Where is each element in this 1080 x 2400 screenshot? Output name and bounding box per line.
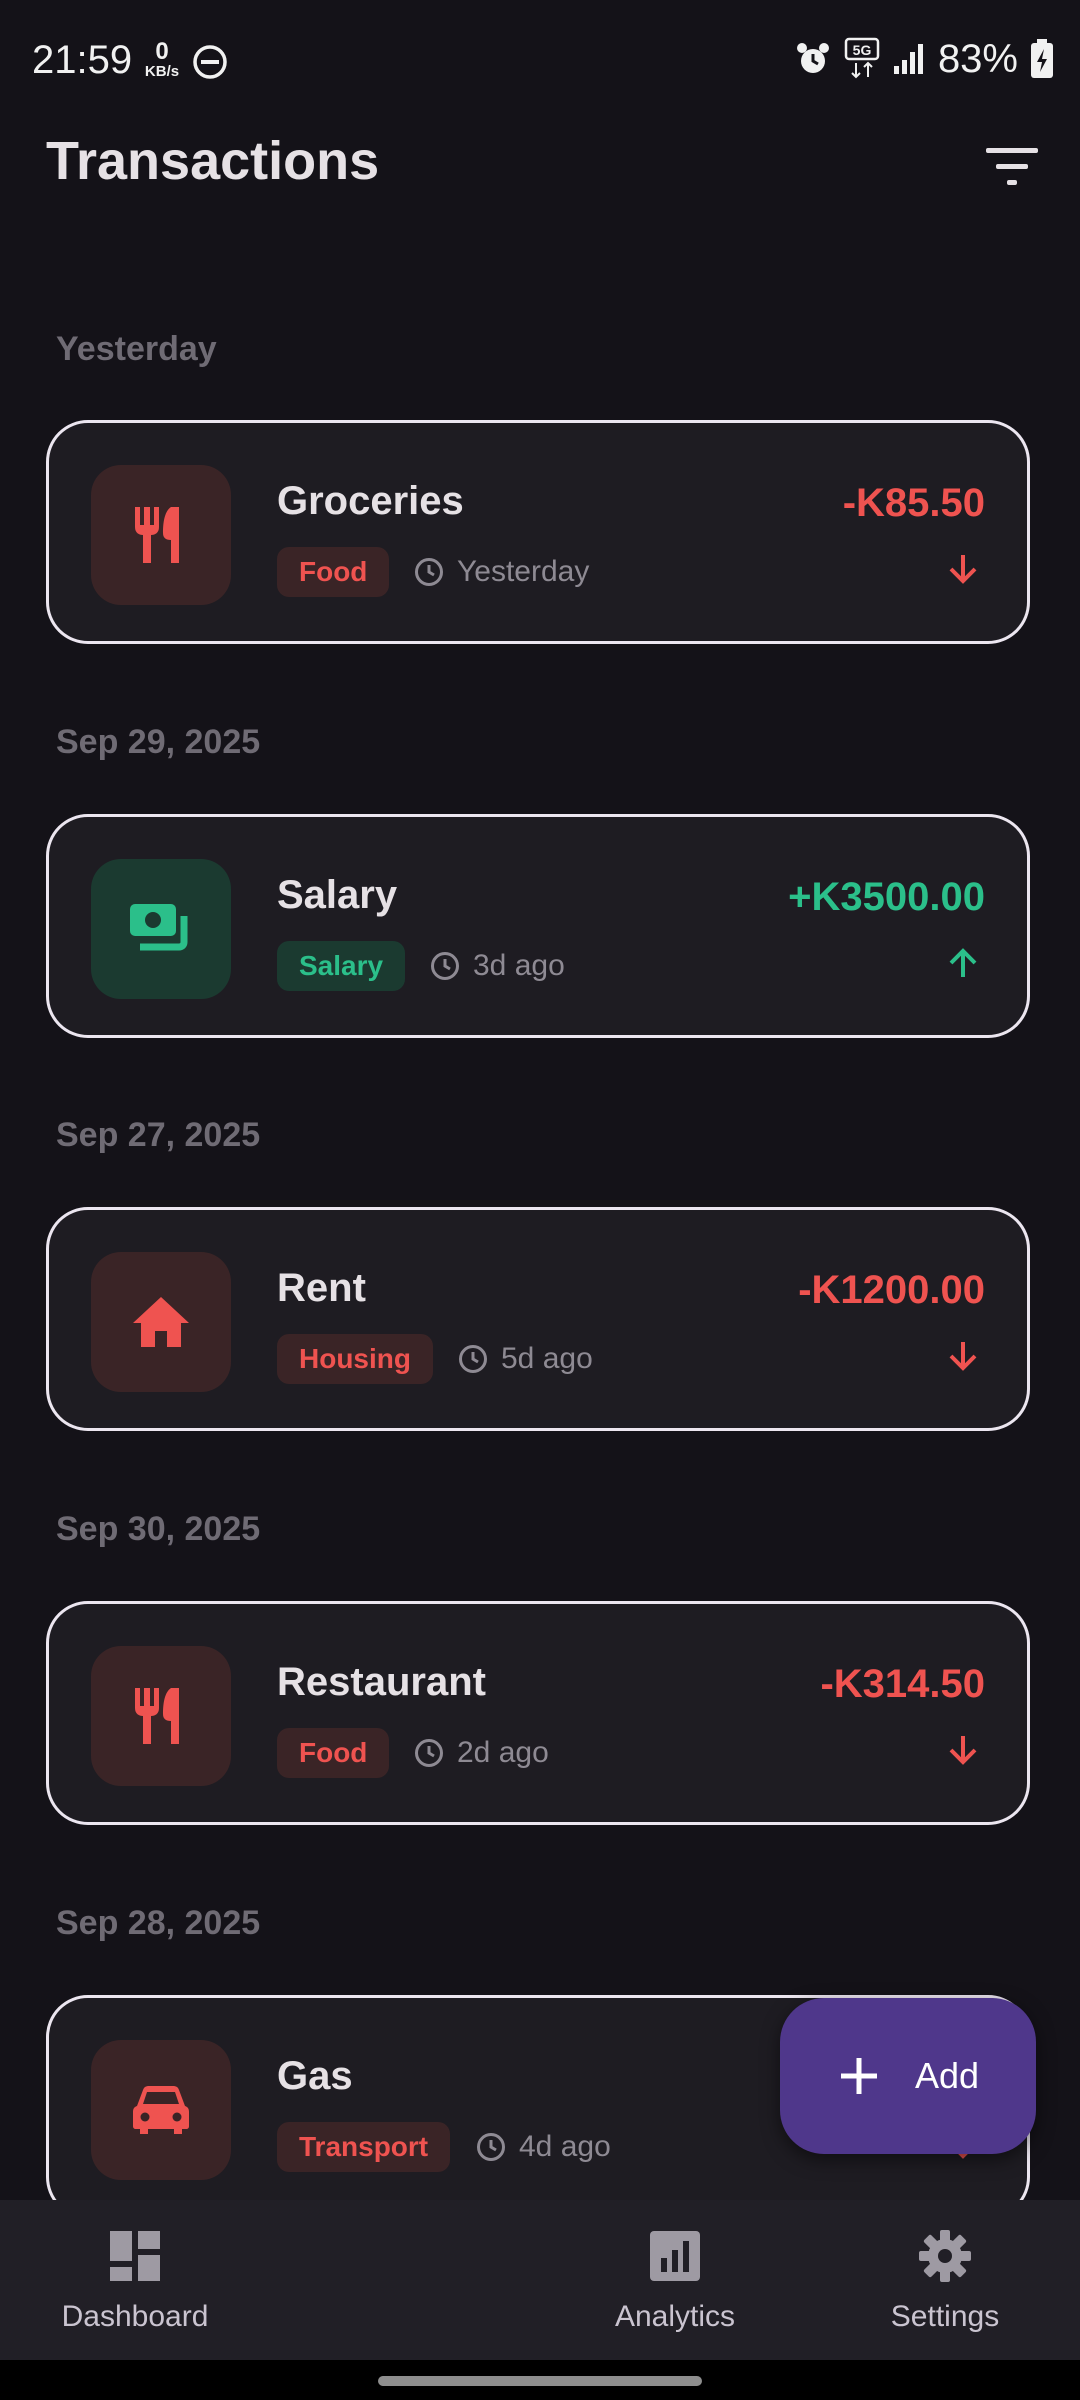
transaction-amount: -K314.50	[820, 1662, 985, 1706]
clock-icon	[415, 1739, 443, 1767]
arrow-down-icon	[949, 1736, 977, 1765]
battery-percent: 83%	[937, 36, 1018, 81]
category-chip: Food	[277, 1728, 390, 1778]
transaction-time-label: Yesterday	[457, 555, 590, 588]
status-icons: 5G 83%	[794, 34, 1054, 84]
nav-item-analytics[interactable]: Analytics	[575, 2228, 775, 2334]
category-icon-tile	[91, 465, 231, 605]
restaurant-icon	[135, 1688, 179, 1744]
transaction-card[interactable]: Groceries Food Yesterday -K85.50	[46, 420, 1030, 644]
transaction-title: Rent	[277, 1266, 366, 1310]
nav-label: Analytics	[614, 2300, 736, 2333]
restaurant-icon	[135, 507, 179, 563]
transaction-time-label: 2d ago	[457, 1736, 549, 1769]
transaction-amount: -K1200.00	[798, 1268, 985, 1312]
section-label: Sep 27, 2025	[56, 1116, 261, 1154]
transaction-time: Yesterday	[413, 547, 589, 597]
network-5g-icon: 5G	[844, 37, 880, 79]
clock-icon	[431, 952, 459, 980]
home-icon	[133, 1297, 189, 1347]
category-icon-tile	[91, 1252, 231, 1392]
section-label: Sep 29, 2025	[56, 723, 261, 761]
transaction-title: Gas	[277, 2054, 353, 2098]
transaction-title: Restaurant	[277, 1660, 486, 1704]
settings-icon	[919, 2230, 971, 2282]
transaction-title: Salary	[277, 873, 398, 917]
transaction-card[interactable]: Salary Salary 3d ago +K3500.00	[46, 814, 1030, 1038]
status-bar: 21:59 0 KB/s 5G 83%	[0, 0, 1080, 120]
transaction-time: 4d ago	[475, 2122, 611, 2172]
transaction-amount: +K3500.00	[788, 875, 985, 919]
gesture-bar	[0, 2360, 1080, 2400]
transaction-time: 3d ago	[429, 941, 565, 991]
clock-icon	[415, 558, 443, 586]
page-title: Transactions	[46, 131, 380, 191]
nav-label: Dashboard	[61, 2300, 209, 2333]
transaction-amount: -K85.50	[842, 481, 985, 525]
dashboard-icon	[110, 2231, 160, 2281]
battery-charging-icon	[1031, 39, 1053, 78]
transaction-time: 5d ago	[457, 1334, 593, 1384]
category-icon-tile	[91, 2040, 231, 2180]
category-icon-tile	[91, 1646, 231, 1786]
category-chip: Housing	[277, 1334, 433, 1384]
home-gesture-handle[interactable]	[378, 2376, 702, 2386]
transaction-time-label: 5d ago	[501, 1342, 593, 1375]
plus-icon	[840, 2058, 877, 2094]
section-label: Sep 28, 2025	[56, 1904, 261, 1942]
add-button-label: Add	[914, 2055, 980, 2096]
arrow-down-icon	[949, 1342, 977, 1371]
status-time: 21:59	[32, 38, 133, 82]
bottom-navigation: Dashboard Analytics Settings	[0, 2200, 1080, 2360]
category-chip: Food	[277, 547, 390, 597]
arrow-down-icon	[949, 555, 977, 584]
category-chip: Salary	[277, 941, 406, 991]
nav-item-settings[interactable]: Settings	[845, 2228, 1045, 2334]
category-icon-tile	[91, 859, 231, 999]
transaction-card[interactable]: Rent Housing 5d ago -K1200.00	[46, 1207, 1030, 1431]
signal-icon	[893, 44, 923, 74]
alarm-icon	[796, 43, 829, 73]
section-label: Yesterday	[56, 330, 217, 368]
add-transaction-button[interactable]: Add	[780, 1998, 1036, 2154]
transaction-card[interactable]: Restaurant Food 2d ago -K314.50	[46, 1601, 1030, 1825]
nav-item-dashboard[interactable]: Dashboard	[35, 2228, 235, 2334]
clock-icon	[459, 1345, 487, 1373]
transaction-time-label: 3d ago	[473, 949, 565, 982]
category-chip: Transport	[277, 2122, 451, 2172]
network-speed-unit: KB/s	[144, 63, 180, 80]
nav-label: Settings	[890, 2300, 1000, 2333]
analytics-icon	[650, 2231, 700, 2281]
filter-button[interactable]	[980, 140, 1044, 196]
arrow-up-icon	[949, 948, 977, 977]
section-label: Sep 30, 2025	[56, 1510, 261, 1548]
transaction-title: Groceries	[277, 479, 464, 523]
do-not-disturb-icon	[193, 45, 227, 79]
network-speed-value: 0	[155, 38, 169, 65]
filter-list-icon	[986, 148, 1038, 185]
clock-icon	[477, 2133, 505, 2161]
car-icon	[133, 2086, 189, 2134]
transaction-time: 2d ago	[413, 1728, 549, 1778]
network-badge-label: 5G	[853, 42, 872, 58]
network-speed: 0 KB/s	[140, 38, 184, 80]
transaction-time-label: 4d ago	[519, 2130, 611, 2163]
payments-icon	[130, 904, 188, 951]
